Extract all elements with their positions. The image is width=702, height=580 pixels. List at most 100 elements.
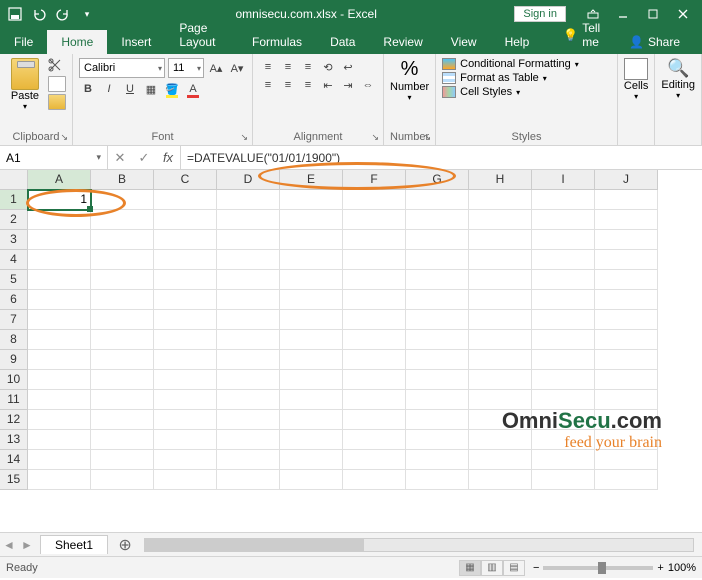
row-header[interactable]: 9 [0,350,28,370]
cell[interactable] [406,310,469,330]
cell[interactable] [217,290,280,310]
cell[interactable] [406,230,469,250]
column-header[interactable]: J [595,170,658,190]
row-header[interactable]: 13 [0,430,28,450]
column-header[interactable]: F [343,170,406,190]
tab-insert[interactable]: Insert [107,30,165,54]
cell[interactable] [154,210,217,230]
cell[interactable] [91,290,154,310]
cell[interactable] [280,470,343,490]
cell[interactable] [154,370,217,390]
row-header[interactable]: 12 [0,410,28,430]
cell[interactable] [595,250,658,270]
cell-styles-button[interactable]: Cell Styles▾ [442,86,611,98]
cell[interactable] [532,190,595,210]
cell[interactable] [469,330,532,350]
zoom-slider[interactable] [543,566,653,570]
cell[interactable] [280,450,343,470]
cell[interactable] [406,370,469,390]
page-layout-view-icon[interactable]: ▥ [481,560,503,576]
cell[interactable] [217,410,280,430]
copy-icon[interactable] [48,76,66,92]
cell[interactable] [154,190,217,210]
cell[interactable] [154,470,217,490]
cell[interactable] [343,370,406,390]
cell[interactable] [28,230,91,250]
decrease-indent-icon[interactable]: ⇤ [319,76,337,94]
cell[interactable] [217,270,280,290]
cell[interactable] [532,290,595,310]
cell[interactable] [595,210,658,230]
wrap-text-icon[interactable]: ↩ [339,58,357,76]
row-header[interactable]: 5 [0,270,28,290]
format-painter-icon[interactable] [48,94,66,110]
select-all-triangle[interactable] [0,170,28,190]
cell[interactable] [406,290,469,310]
cell[interactable] [217,350,280,370]
row-header[interactable]: 8 [0,330,28,350]
cell[interactable] [406,190,469,210]
horizontal-scrollbar[interactable] [144,538,694,552]
cell[interactable] [28,410,91,430]
tab-review[interactable]: Review [369,30,436,54]
cell[interactable] [343,270,406,290]
cell[interactable] [154,230,217,250]
column-header[interactable]: D [217,170,280,190]
cell[interactable] [532,270,595,290]
cell[interactable] [91,330,154,350]
cell[interactable] [91,410,154,430]
editing-button[interactable]: 🔍 Editing ▾ [661,58,695,100]
cell[interactable] [469,270,532,290]
cancel-formula-icon[interactable]: ✕ [108,150,132,166]
cell[interactable] [469,470,532,490]
row-header[interactable]: 2 [0,210,28,230]
cell[interactable] [91,370,154,390]
increase-font-icon[interactable]: A▴ [207,59,225,77]
tab-help[interactable]: Help [491,30,544,54]
cell[interactable] [280,190,343,210]
align-left-icon[interactable]: ≡ [259,76,277,94]
cell[interactable] [343,350,406,370]
cell[interactable] [469,250,532,270]
cell[interactable] [280,370,343,390]
cell[interactable] [28,350,91,370]
cell[interactable] [91,390,154,410]
qat-customize-icon[interactable]: ▾ [76,3,98,25]
cell[interactable] [343,450,406,470]
cell[interactable] [343,390,406,410]
row-header[interactable]: 4 [0,250,28,270]
font-color-icon[interactable]: A [184,80,202,98]
cell[interactable] [91,470,154,490]
cell[interactable] [343,230,406,250]
cells-area[interactable]: 1 [28,190,702,532]
cell[interactable] [28,210,91,230]
cell[interactable] [595,350,658,370]
paste-button[interactable]: Paste ▾ [6,58,44,111]
row-header[interactable]: 6 [0,290,28,310]
font-name-combo[interactable]: Calibri▾ [79,58,165,78]
merge-center-icon[interactable]: ⇔ [359,76,377,94]
cell[interactable] [343,250,406,270]
cells-button[interactable]: Cells ▾ [624,58,648,101]
cell[interactable] [595,330,658,350]
redo-icon[interactable] [52,3,74,25]
row-header[interactable]: 1 [0,190,28,210]
zoom-in-icon[interactable]: + [657,562,663,574]
cell[interactable] [154,430,217,450]
cell[interactable] [91,250,154,270]
cell[interactable] [280,250,343,270]
cell[interactable] [406,350,469,370]
cell[interactable]: 1 [28,190,91,210]
cell[interactable] [469,310,532,330]
conditional-formatting-button[interactable]: Conditional Formatting▾ [442,58,611,70]
column-header[interactable]: G [406,170,469,190]
cell[interactable] [280,330,343,350]
cell[interactable] [280,230,343,250]
column-header[interactable]: I [532,170,595,190]
maximize-icon[interactable] [638,3,668,25]
cell[interactable] [595,190,658,210]
new-sheet-icon[interactable]: ⊕ [114,534,136,556]
row-header[interactable]: 3 [0,230,28,250]
cell[interactable] [532,330,595,350]
increase-indent-icon[interactable]: ⇥ [339,76,357,94]
